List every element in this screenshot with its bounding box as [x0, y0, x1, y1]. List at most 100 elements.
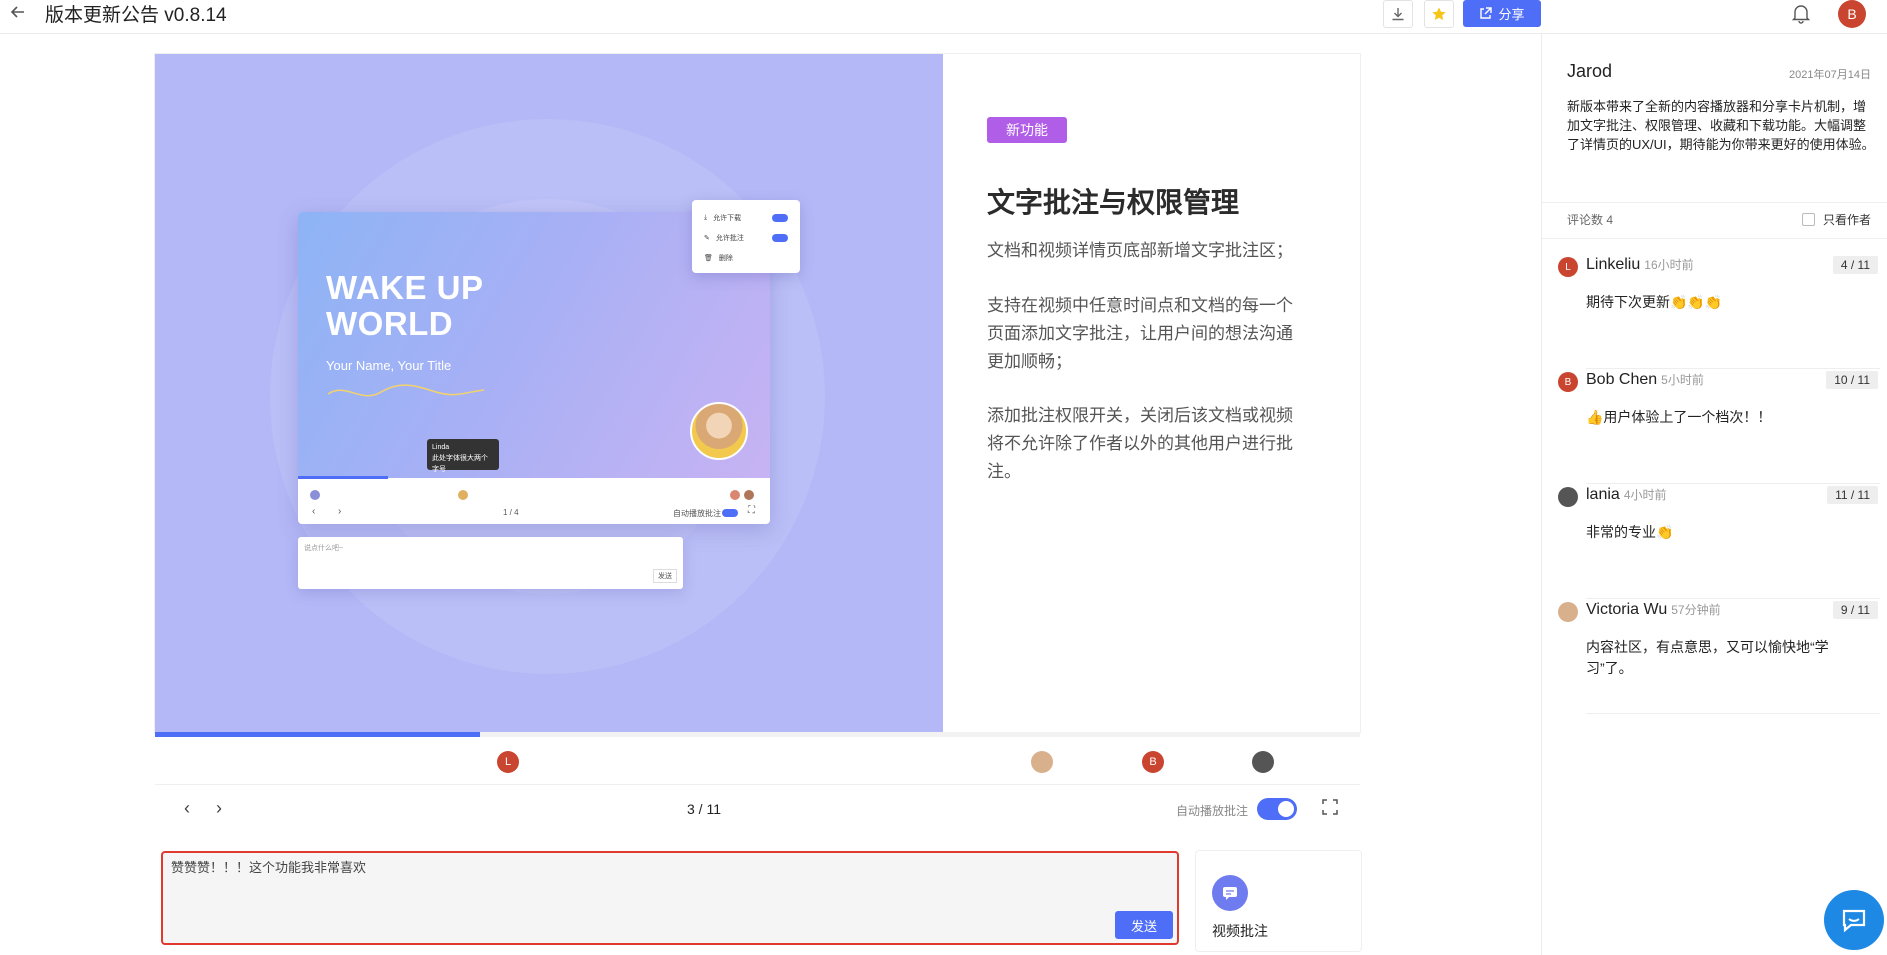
- comment-page-badge[interactable]: 10 / 11: [1826, 371, 1878, 389]
- prev-page-icon[interactable]: ‹: [177, 798, 197, 818]
- marker-avatar[interactable]: L: [497, 751, 519, 773]
- author-name: Jarod: [1567, 61, 1613, 81]
- bell-icon[interactable]: [1790, 2, 1814, 26]
- mock-toggle: [772, 214, 788, 222]
- marker-avatar[interactable]: B: [1142, 751, 1164, 773]
- comment-input-value: 赞赞赞！！！这个功能我非常喜欢: [171, 860, 367, 875]
- mock-pencil-icon: ✎: [704, 235, 710, 242]
- next-page-icon[interactable]: ›: [209, 798, 229, 818]
- comment-avatar: [1558, 602, 1578, 622]
- divider: [1586, 713, 1880, 714]
- download-button[interactable]: [1383, 0, 1413, 28]
- mock-marker: [458, 490, 468, 500]
- back-arrow-icon[interactable]: [8, 2, 32, 26]
- comment-text: 内容社区，有点意思，又可以愉快地“学习”了。: [1586, 639, 1829, 676]
- marker-avatar[interactable]: [1252, 751, 1274, 773]
- mock-progress: [298, 476, 388, 479]
- divider: [1586, 598, 1880, 599]
- comment-avatar: B: [1558, 372, 1578, 392]
- video-annotation-button[interactable]: 视频批注: [1195, 850, 1362, 952]
- comment-text: 非常的专业👏: [1586, 524, 1674, 540]
- mock-download-icon: ⤓: [704, 214, 708, 221]
- page-indicator: 3 / 11: [687, 801, 721, 817]
- comment-item[interactable]: B Bob Chen 5小时前 10 / 11 👍用户体验上了一个档次！！: [1558, 371, 1880, 486]
- video-annotation-label: 视频批注: [1212, 923, 1268, 939]
- only-author-filter[interactable]: 只看作者: [1801, 211, 1871, 228]
- chat-bubble-icon: [1842, 909, 1866, 933]
- comment-page-badge[interactable]: 11 / 11: [1827, 486, 1878, 504]
- comment-page-badge[interactable]: 9 / 11: [1832, 601, 1878, 619]
- squiggle-decoration: [327, 384, 485, 397]
- favorite-button[interactable]: [1424, 0, 1454, 28]
- comment-avatar: [1558, 487, 1578, 507]
- comment-text: 👍用户体验上了一个档次！！: [1586, 409, 1772, 425]
- divider: [1542, 238, 1887, 239]
- mock-marker: [730, 490, 740, 500]
- mock-tooltip-text: 此处字体很大两个字号: [432, 455, 488, 473]
- player-controls: ‹ › 3 / 11 自动播放批注: [155, 786, 1360, 834]
- mock-headline: WAKE UP WORLD: [326, 270, 484, 342]
- mock-send-button: 发送: [653, 569, 677, 583]
- toggle-knob: [1278, 801, 1294, 817]
- feature-badge: 新功能: [987, 117, 1067, 143]
- comment-time: 16小时前: [1644, 258, 1694, 272]
- external-link-icon: [1480, 7, 1493, 19]
- fullscreen-icon[interactable]: [1322, 799, 1340, 817]
- mock-toggle: [722, 509, 738, 517]
- autoplay-toggle[interactable]: [1257, 798, 1297, 820]
- comment-item[interactable]: L Linkeliu 16小时前 4 / 11 期待下次更新👏👏👏: [1558, 256, 1880, 371]
- comment-header: Linkeliu 16小时前: [1586, 256, 1694, 274]
- mock-permission-menu: ⤓ 允许下载 ✎ 允许批注 🗑 删除: [692, 200, 800, 273]
- mock-menu-item: ✎ 允许批注: [704, 228, 788, 248]
- user-avatar[interactable]: B: [1838, 0, 1866, 28]
- comment-textarea[interactable]: 赞赞赞！！！这个功能我非常喜欢 发送: [161, 851, 1179, 945]
- slide-paragraph: 文档和视频详情页底部新增文字批注区；: [987, 241, 1293, 260]
- slide-text-area: 新功能 文字批注与权限管理 文档和视频详情页底部新增文字批注区； 支持在视频中任…: [943, 54, 1360, 732]
- content-player: WAKE UP WORLD Your Name, Your Title ‹ › …: [154, 53, 1361, 820]
- mock-marker: [310, 490, 320, 500]
- only-author-label: 只看作者: [1822, 213, 1871, 227]
- annotation-markers: L B: [155, 737, 1360, 785]
- divider: [1586, 483, 1880, 484]
- comment-item[interactable]: Victoria Wu 57分钟前 9 / 11 内容社区，有点意思，又可以愉快地…: [1558, 601, 1880, 716]
- comment-header: Bob Chen 5小时前: [1586, 371, 1704, 389]
- comment-item[interactable]: lania 4小时前 11 / 11 非常的专业👏: [1558, 486, 1880, 601]
- mock-subtitle: Your Name, Your Title: [326, 358, 452, 373]
- mock-headline-2: WORLD: [326, 305, 454, 342]
- comment-author: lania: [1586, 486, 1620, 503]
- divider: [1586, 368, 1880, 369]
- slide-heading: 文字批注与权限管理: [987, 187, 1240, 218]
- mock-controls: ‹ › 1 / 4 自动播放批注 ⛶: [298, 482, 770, 524]
- share-label: 分享: [1498, 7, 1525, 22]
- comment-time: 57分钟前: [1671, 603, 1721, 617]
- comment-header: lania 4小时前: [1586, 486, 1667, 504]
- comment-time: 4小时前: [1623, 488, 1667, 502]
- page-title: 版本更新公告 v0.8.14: [45, 5, 227, 26]
- info-panel: Jarod 2021年07月14日 新版本带来了全新的内容播放器和分享卡片机制，…: [1541, 34, 1887, 955]
- slide-image: WAKE UP WORLD Your Name, Your Title ‹ › …: [155, 54, 943, 732]
- comment-author: Linkeliu: [1586, 256, 1641, 273]
- comment-avatar: L: [1558, 257, 1578, 277]
- only-author-checkbox[interactable]: [1801, 213, 1815, 226]
- chat-icon: [1212, 875, 1248, 911]
- mock-toggle: [772, 234, 788, 242]
- comment-author: Victoria Wu: [1586, 601, 1668, 618]
- mock-menu-item: ⤓ 允许下载: [704, 208, 788, 228]
- post-description: 新版本带来了全新的内容播放器和分享卡片机制，增加文字批注、权限管理、收藏和下载功…: [1567, 99, 1875, 152]
- share-button[interactable]: 分享: [1463, 0, 1541, 27]
- send-button[interactable]: 发送: [1115, 911, 1173, 939]
- download-icon: [1392, 8, 1404, 21]
- mock-tooltip-name: Linda: [432, 444, 450, 451]
- mock-menu-label: 允许下载: [713, 215, 742, 222]
- mock-tooltip: Linda 此处字体很大两个字号: [427, 439, 499, 473]
- marker-avatar[interactable]: [1031, 751, 1053, 773]
- mock-input-placeholder: 说点什么吧~: [304, 545, 344, 552]
- mock-menu-label: 允许批注: [715, 235, 744, 242]
- top-bar: 版本更新公告 v0.8.14 分享 B: [0, 0, 1887, 34]
- mock-menu-label: 删除: [718, 255, 733, 262]
- mock-avatar-photo: [690, 402, 748, 460]
- comment-page-badge[interactable]: 4 / 11: [1832, 256, 1878, 274]
- support-chat-button[interactable]: [1824, 890, 1884, 950]
- comment-header: Victoria Wu 57分钟前: [1586, 601, 1721, 619]
- mock-autoplay: 自动播放批注: [673, 509, 721, 518]
